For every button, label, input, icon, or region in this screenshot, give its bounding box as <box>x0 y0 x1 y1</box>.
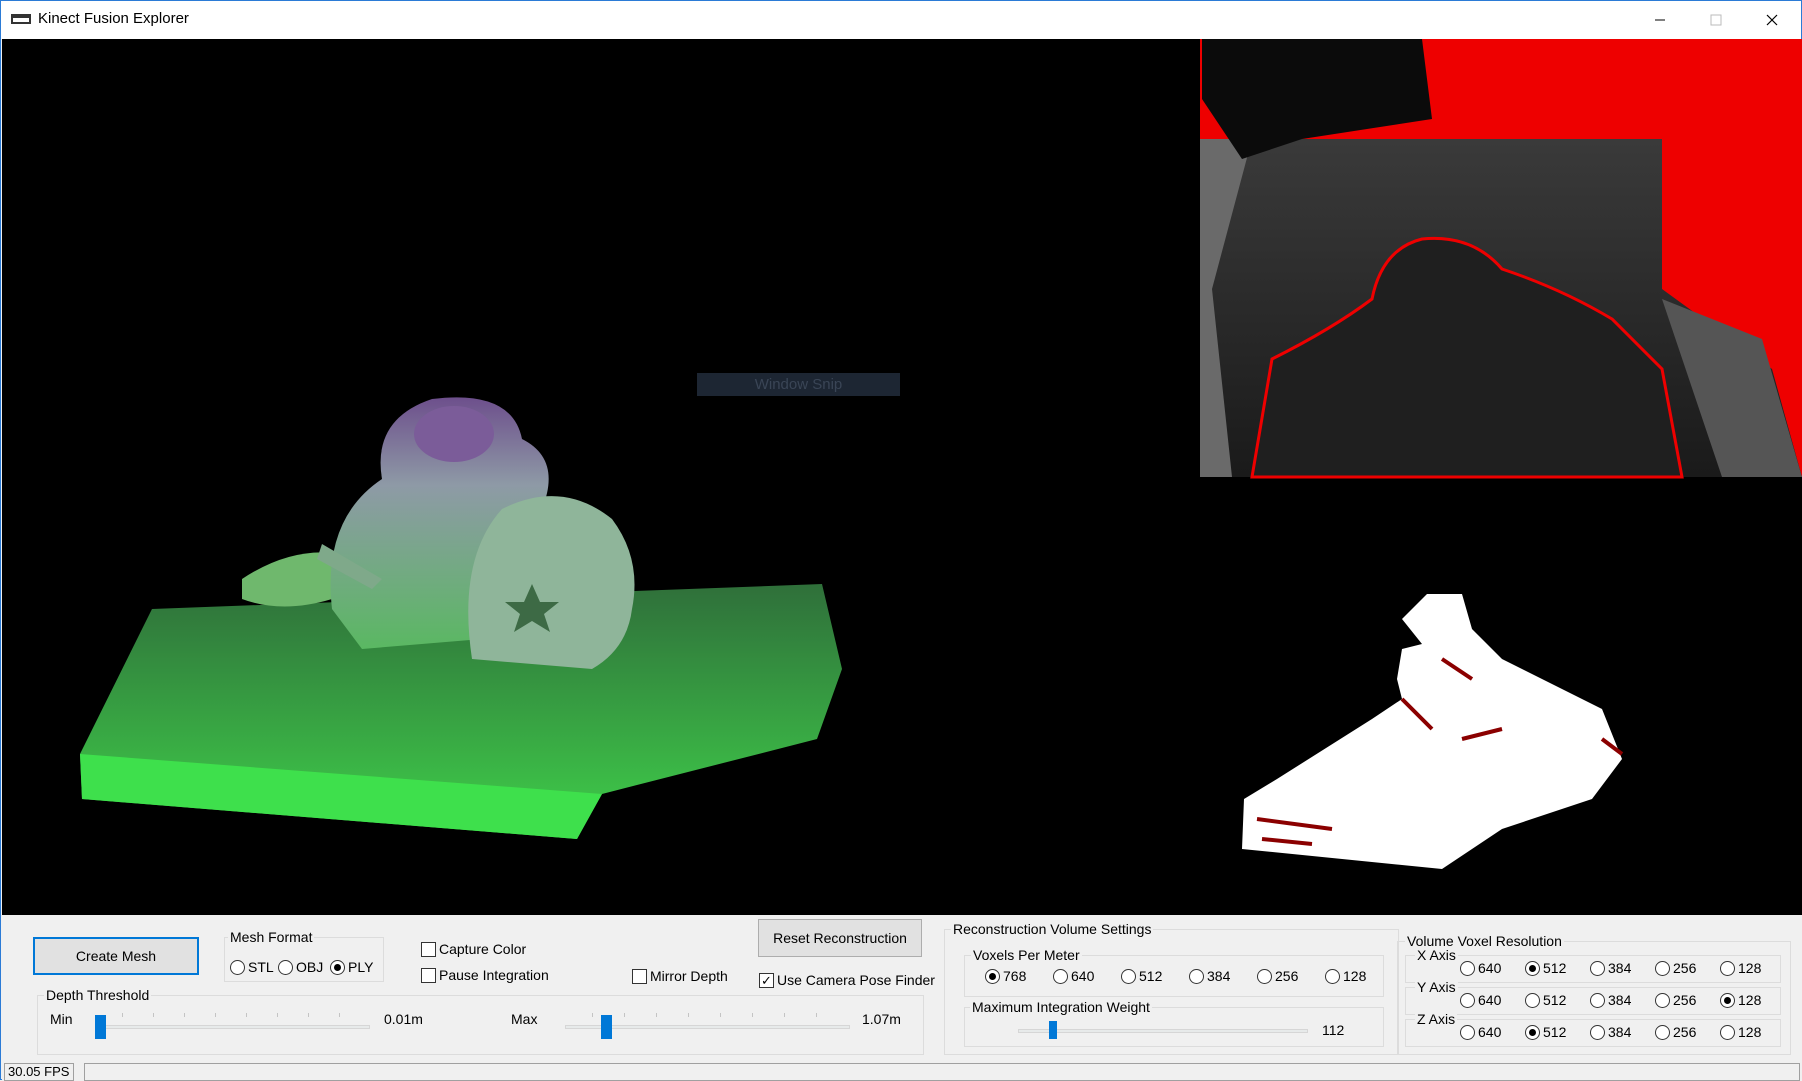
status-message-field <box>84 1063 1800 1081</box>
z-axis-640-radio[interactable]: 640 <box>1460 1024 1501 1040</box>
minimize-icon <box>1655 19 1665 21</box>
capture-color-checkbox[interactable]: Capture Color <box>421 941 526 957</box>
max-integration-weight-slider[interactable] <box>1049 1021 1057 1039</box>
max-integration-weight-track <box>1018 1029 1308 1033</box>
y-axis-128-radio[interactable]: 128 <box>1720 992 1761 1008</box>
z-axis-384-radio[interactable]: 384 <box>1590 1024 1631 1040</box>
x-axis-640-radio[interactable]: 640 <box>1460 960 1501 976</box>
z-axis-512-radio[interactable]: 512 <box>1525 1024 1566 1040</box>
depth-min-label: Min <box>50 1011 73 1027</box>
max-integration-weight-value: 112 <box>1322 1022 1345 1038</box>
depth-threshold-label: Depth Threshold <box>44 987 152 1003</box>
pause-integration-checkbox[interactable]: Pause Integration <box>421 967 549 983</box>
close-icon <box>1766 14 1778 26</box>
vpm-512-radio[interactable]: 512 <box>1121 968 1162 984</box>
checkmark-icon: ✓ <box>759 972 774 988</box>
depth-min-slider[interactable] <box>95 1015 106 1039</box>
mesh-format-obj-radio[interactable]: OBJ <box>278 959 323 975</box>
z-axis-label: Z Axis <box>1415 1011 1458 1027</box>
mirror-depth-checkbox[interactable]: Mirror Depth <box>632 968 728 984</box>
mesh-format-label: Mesh Format <box>228 929 315 945</box>
reset-reconstruction-button[interactable]: Reset Reconstruction <box>758 919 922 957</box>
depth-image <box>1200 39 1802 479</box>
y-axis-256-radio[interactable]: 256 <box>1655 992 1696 1008</box>
title-bar: Kinect Fusion Explorer <box>1 1 1801 39</box>
mesh-format-ply-radio[interactable]: PLY <box>330 959 373 975</box>
x-axis-512-radio[interactable]: 512 <box>1525 960 1566 976</box>
use-camera-pose-finder-checkbox[interactable]: ✓ Use Camera Pose Finder <box>759 972 935 988</box>
voxels-per-meter-label: Voxels Per Meter <box>971 947 1082 963</box>
depth-max-value: 1.07m <box>862 1011 901 1027</box>
reconstruction-viewport[interactable]: Window Snip <box>2 39 1802 915</box>
controls-panel: Create Mesh Mesh Format STL OBJ PLY Capt… <box>2 915 1802 1061</box>
minimize-button[interactable] <box>1631 1 1689 39</box>
y-axis-640-radio[interactable]: 640 <box>1460 992 1501 1008</box>
radio-circle <box>278 959 293 975</box>
mesh-format-stl-radio[interactable]: STL <box>230 959 274 975</box>
radio-circle <box>230 959 245 975</box>
z-axis-128-radio[interactable]: 128 <box>1720 1024 1761 1040</box>
vpm-128-radio[interactable]: 128 <box>1325 968 1366 984</box>
y-axis-512-radio[interactable]: 512 <box>1525 992 1566 1008</box>
app-icon <box>11 14 31 24</box>
maximize-icon <box>1710 14 1722 26</box>
depth-max-label: Max <box>511 1011 538 1027</box>
max-integration-weight-label: Maximum Integration Weight <box>970 999 1152 1015</box>
depth-min-track <box>96 1025 370 1029</box>
x-axis-128-radio[interactable]: 128 <box>1720 960 1761 976</box>
close-button[interactable] <box>1743 1 1801 39</box>
vpm-640-radio[interactable]: 640 <box>1053 968 1094 984</box>
radio-circle <box>330 959 345 975</box>
window-snip-overlay: Window Snip <box>697 373 900 396</box>
fps-readout: 30.05 FPS <box>4 1063 74 1081</box>
vpm-256-radio[interactable]: 256 <box>1257 968 1298 984</box>
depth-min-value: 0.01m <box>384 1011 423 1027</box>
x-axis-384-radio[interactable]: 384 <box>1590 960 1631 976</box>
vpm-384-radio[interactable]: 384 <box>1189 968 1230 984</box>
reconstructed-mesh <box>80 397 842 839</box>
create-mesh-button[interactable]: Create Mesh <box>33 937 199 975</box>
depth-max-slider[interactable] <box>601 1015 612 1039</box>
reconstruction-render <box>80 39 1802 869</box>
x-axis-256-radio[interactable]: 256 <box>1655 960 1696 976</box>
x-axis-label: X Axis <box>1415 947 1458 963</box>
y-axis-label: Y Axis <box>1415 979 1458 995</box>
z-axis-256-radio[interactable]: 256 <box>1655 1024 1696 1040</box>
app-window: Kinect Fusion Explorer Window Snip Creat… <box>0 0 1802 1081</box>
y-axis-384-radio[interactable]: 384 <box>1590 992 1631 1008</box>
recon-volume-label: Reconstruction Volume Settings <box>951 921 1154 937</box>
vpm-768-radio[interactable]: 768 <box>985 968 1026 984</box>
status-bar: 30.05 FPS <box>2 1061 1802 1081</box>
residual-image <box>1242 594 1624 869</box>
maximize-button[interactable] <box>1687 1 1745 39</box>
window-title: Kinect Fusion Explorer <box>38 10 189 27</box>
